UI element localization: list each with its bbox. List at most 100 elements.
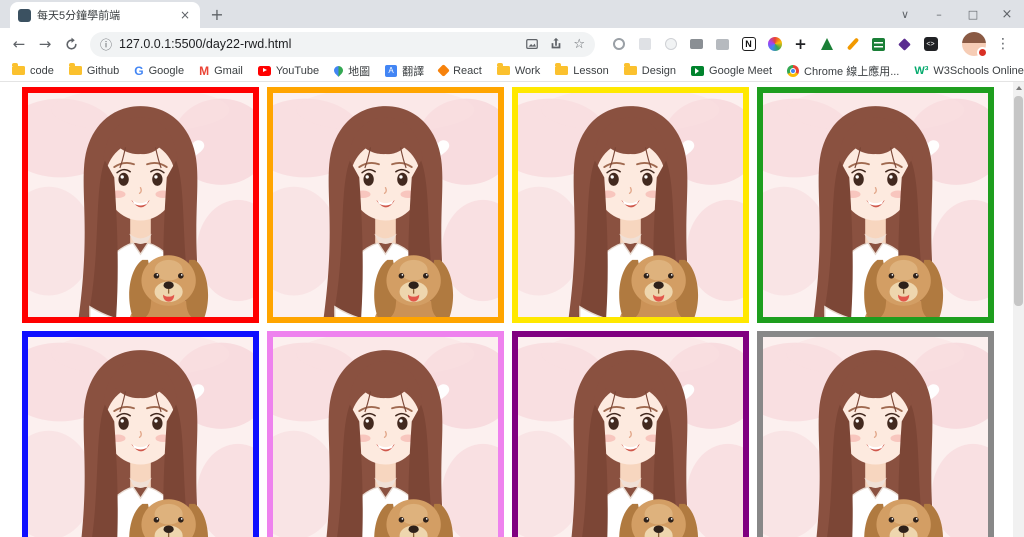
extension-image-icon[interactable] — [713, 35, 732, 54]
window-maximize-button[interactable]: □ — [956, 0, 990, 28]
bookmark-google[interactable]: G Google — [134, 64, 184, 78]
tree-glyph — [820, 38, 833, 50]
site-favicon-icon — [18, 8, 31, 22]
folder-icon — [623, 63, 637, 75]
page-scrollbar[interactable] — [1013, 82, 1024, 537]
extension-spreadsheet-icon[interactable] — [869, 35, 888, 54]
window-controls: ∨ – □ × — [888, 0, 1024, 28]
bookmark-star-icon[interactable]: ☆ — [573, 37, 585, 52]
scrollbar-thumb[interactable] — [1014, 96, 1023, 306]
girl-dog-illustration — [273, 93, 498, 317]
bookmark-translate[interactable]: A 翻譯 — [385, 63, 424, 79]
extension-move-icon[interactable]: + — [791, 35, 810, 54]
refresh-icon[interactable] — [58, 31, 84, 57]
profile-avatar[interactable] — [962, 32, 988, 58]
gmail-icon: M — [199, 63, 210, 78]
folder-icon — [496, 63, 510, 75]
extension-wand-icon[interactable] — [609, 35, 628, 54]
bookmark-label: code — [30, 64, 54, 77]
bookmark-label: 地圖 — [348, 65, 371, 78]
back-icon[interactable]: ← — [6, 31, 32, 57]
extension-devtools-icon[interactable]: <> — [921, 35, 940, 54]
refresh-glyph — [65, 37, 77, 50]
image-card-8 — [757, 331, 994, 537]
bookmark-chrome-webstore[interactable]: Chrome 線上應用... — [787, 63, 899, 79]
bookmark-gmail[interactable]: M Gmail — [199, 64, 243, 78]
image-card-5 — [22, 331, 259, 537]
camera-glyph — [690, 39, 703, 49]
bookmark-youtube[interactable]: YouTube — [257, 64, 320, 77]
extension-screenshot-icon[interactable] — [635, 35, 654, 54]
browser-tab[interactable]: 每天5分鐘學前端 × — [10, 2, 200, 28]
tab-strip: 每天5分鐘學前端 × + ∨ – □ × — [0, 0, 1024, 28]
scrollbar-up-arrow-icon[interactable] — [1013, 82, 1024, 94]
colorwheel-glyph — [767, 37, 782, 51]
bookmark-maps[interactable]: 地圖 — [332, 63, 371, 79]
profile-badge — [977, 47, 988, 58]
spreadsheet-glyph — [872, 37, 885, 51]
translate-icon: A — [385, 64, 398, 77]
move-glyph: + — [794, 34, 807, 53]
w3schools-icon: W³ — [914, 64, 929, 77]
bookmark-w3schools[interactable]: W³ W3Schools Online... — [914, 65, 1024, 77]
girl-dog-illustration — [518, 337, 743, 537]
girl-dog-illustration — [763, 337, 988, 537]
bookmark-label: Chrome 線上應用... — [804, 65, 900, 78]
image-card-1 — [22, 87, 259, 323]
folder-icon — [68, 63, 82, 75]
new-tab-button[interactable]: + — [204, 2, 230, 26]
folder-icon — [555, 63, 569, 75]
extension-camera-icon[interactable] — [687, 35, 706, 54]
tab-close-icon[interactable]: × — [178, 8, 192, 22]
address-bar[interactable]: ⓘ 127.0.0.1:5500/day22-rwd.html ☆ — [90, 31, 595, 57]
extension-notion-icon[interactable]: N — [739, 35, 758, 54]
bookmark-label: Google — [148, 64, 185, 77]
tab-search-chevron-icon[interactable]: ∨ — [888, 0, 922, 28]
bookmark-google-meet[interactable]: Google Meet — [691, 65, 772, 77]
window-minimize-button[interactable]: – — [922, 0, 956, 28]
image-search-icon[interactable] — [525, 37, 539, 51]
site-info-icon[interactable]: ⓘ — [100, 36, 112, 53]
bookmark-label: Lesson — [573, 64, 609, 77]
image-glyph — [716, 38, 729, 50]
bookmark-react[interactable]: React — [437, 64, 482, 77]
image-card-3 — [512, 87, 749, 323]
browser-menu-icon[interactable]: ⋮ — [996, 36, 1010, 52]
url-text[interactable]: 127.0.0.1:5500/day22-rwd.html — [119, 37, 525, 51]
diamond-glyph — [898, 37, 911, 51]
bookmark-label: YouTube — [275, 64, 320, 77]
extension-colorwheel-icon[interactable] — [765, 35, 784, 54]
bookmark-lesson[interactable]: Lesson — [555, 63, 609, 77]
bookmark-github[interactable]: Github — [68, 63, 119, 77]
react-icon — [437, 64, 450, 77]
folder-icon — [12, 63, 25, 75]
wand-glyph — [612, 38, 625, 50]
extension-highlighter-icon[interactable] — [843, 35, 862, 54]
image-card-6 — [267, 331, 504, 537]
window-close-button[interactable]: × — [990, 0, 1024, 28]
bookmark-design[interactable]: Design — [623, 63, 677, 77]
bookmark-work[interactable]: Work — [496, 63, 541, 77]
forward-icon[interactable]: → — [32, 31, 58, 57]
extension-diamond-icon[interactable] — [895, 35, 914, 54]
meet-icon — [691, 65, 705, 76]
maps-icon — [332, 64, 345, 77]
bookmark-label: Gmail — [214, 64, 243, 77]
bookmark-label: React — [453, 64, 482, 77]
extension-picker-icon[interactable] — [661, 35, 680, 54]
girl-dog-illustration — [518, 93, 743, 317]
girl-dog-illustration — [273, 337, 498, 537]
navigation-bar: ← → ⓘ 127.0.0.1:5500/day22-rwd.html ☆ N … — [0, 28, 1024, 60]
share-icon[interactable] — [549, 37, 563, 51]
girl-dog-illustration — [28, 337, 253, 537]
image-grid — [0, 82, 1024, 537]
bookmark-code[interactable]: code — [12, 63, 54, 77]
devtools-glyph: <> — [923, 37, 938, 51]
youtube-icon — [257, 65, 271, 76]
highlighter-glyph — [846, 37, 859, 51]
extension-tree-icon[interactable] — [817, 35, 836, 54]
bookmark-label: Work — [514, 64, 541, 77]
bookmark-label: Google Meet — [709, 64, 773, 77]
bookmark-label: Design — [641, 64, 677, 77]
image-card-2 — [267, 87, 504, 323]
